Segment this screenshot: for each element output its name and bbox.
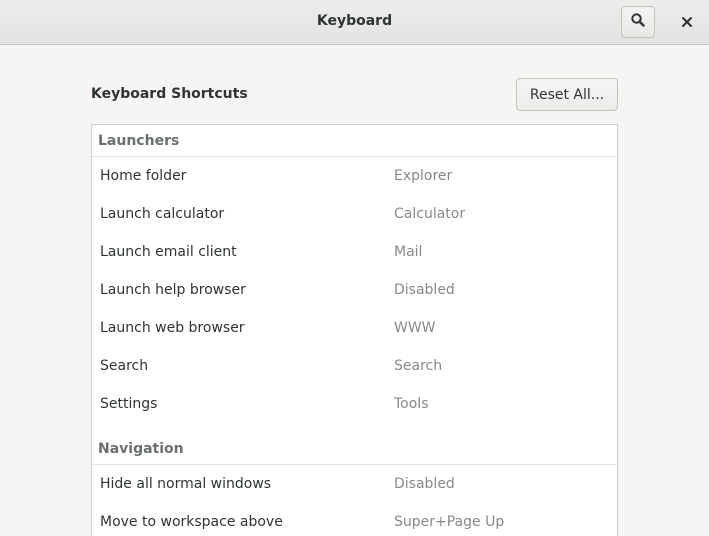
shortcut-name: Home folder — [100, 168, 187, 184]
keyboard-settings-window: Keyboard Keyboard Shortcuts Reset All...… — [0, 0, 709, 536]
group-header-navigation: Navigation — [92, 423, 617, 465]
shortcut-row[interactable]: Launch email client Mail — [92, 233, 617, 271]
shortcut-accel: Calculator — [394, 206, 466, 222]
shortcut-accel: Search — [394, 358, 443, 374]
close-button[interactable] — [671, 6, 703, 38]
shortcut-name: Launch email client — [100, 244, 237, 260]
window-title: Keyboard — [316, 13, 393, 29]
shortcut-accel: Disabled — [394, 282, 455, 298]
shortcut-accel: Disabled — [394, 476, 455, 492]
shortcut-row[interactable]: Hide all normal windows Disabled — [92, 465, 617, 503]
shortcut-row[interactable]: Move to workspace above Super+Page Up — [92, 503, 617, 536]
shortcut-row[interactable]: Home folder Explorer — [92, 157, 617, 195]
shortcut-name: Search — [100, 358, 149, 374]
shortcut-name: Launch calculator — [100, 206, 225, 222]
close-icon — [681, 13, 693, 32]
shortcut-row[interactable]: Search Search — [92, 347, 617, 385]
shortcut-name: Hide all normal windows — [100, 476, 272, 492]
shortcut-name: Settings — [100, 396, 158, 412]
group-header-launchers: Launchers — [92, 125, 617, 157]
header-bar: Keyboard — [0, 0, 709, 45]
shortcut-accel: Super+Page Up — [394, 514, 505, 530]
shortcut-row[interactable]: Launch calculator Calculator — [92, 195, 617, 233]
shortcut-accel: Mail — [394, 244, 423, 260]
shortcut-accel: Explorer — [394, 168, 453, 184]
shortcut-row[interactable]: Launch help browser Disabled — [92, 271, 617, 309]
shortcut-accel: Tools — [394, 396, 429, 412]
shortcut-name: Launch help browser — [100, 282, 246, 298]
search-icon — [630, 12, 646, 32]
shortcut-name: Move to workspace above — [100, 514, 283, 530]
shortcut-name: Launch web browser — [100, 320, 245, 336]
shortcut-row[interactable]: Settings Tools — [92, 385, 617, 423]
shortcut-accel: WWW — [394, 320, 436, 336]
search-button[interactable] — [621, 6, 655, 38]
reset-all-button[interactable]: Reset All... — [516, 78, 618, 111]
section-title: Keyboard Shortcuts — [91, 86, 248, 102]
shortcut-list: Launchers Home folder Explorer Launch ca… — [91, 124, 618, 536]
shortcut-row[interactable]: Launch web browser WWW — [92, 309, 617, 347]
